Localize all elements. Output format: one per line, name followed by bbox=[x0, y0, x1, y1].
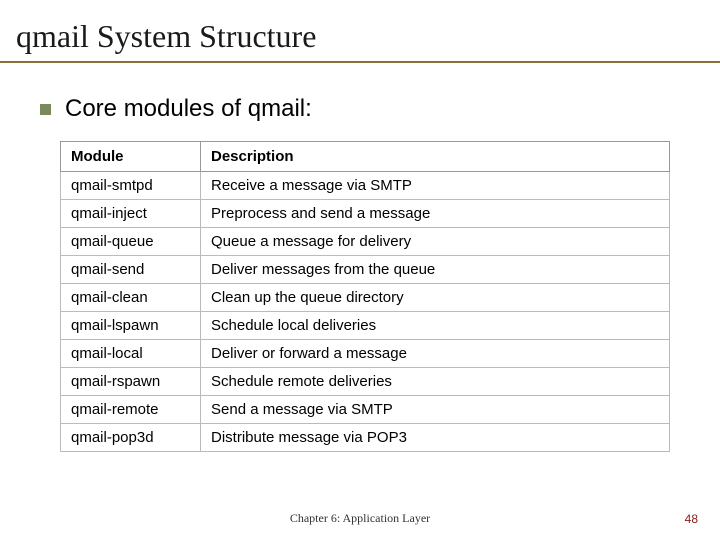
table-row: qmail-lspawn Schedule local deliveries bbox=[61, 312, 670, 340]
cell-description: Distribute message via POP3 bbox=[201, 424, 670, 452]
cell-module: qmail-clean bbox=[61, 284, 201, 312]
table-row: qmail-inject Preprocess and send a messa… bbox=[61, 200, 670, 228]
cell-module: qmail-pop3d bbox=[61, 424, 201, 452]
cell-module: qmail-local bbox=[61, 340, 201, 368]
table-row: qmail-queue Queue a message for delivery bbox=[61, 228, 670, 256]
table-header-row: Module Description bbox=[61, 142, 670, 172]
modules-table: Module Description qmail-smtpd Receive a… bbox=[60, 141, 670, 452]
content-region: Core modules of qmail: Module Descriptio… bbox=[0, 63, 720, 452]
cell-description: Deliver messages from the queue bbox=[201, 256, 670, 284]
table-row: qmail-clean Clean up the queue directory bbox=[61, 284, 670, 312]
slide-title: qmail System Structure bbox=[16, 18, 704, 55]
cell-description: Send a message via SMTP bbox=[201, 396, 670, 424]
title-region: qmail System Structure bbox=[0, 0, 720, 63]
slide: qmail System Structure Core modules of q… bbox=[0, 0, 720, 540]
cell-module: qmail-lspawn bbox=[61, 312, 201, 340]
cell-description: Receive a message via SMTP bbox=[201, 172, 670, 200]
cell-module: qmail-smtpd bbox=[61, 172, 201, 200]
cell-module: qmail-rspawn bbox=[61, 368, 201, 396]
table-row: qmail-remote Send a message via SMTP bbox=[61, 396, 670, 424]
footer-text: Chapter 6: Application Layer bbox=[0, 511, 720, 526]
cell-description: Schedule local deliveries bbox=[201, 312, 670, 340]
cell-module: qmail-queue bbox=[61, 228, 201, 256]
cell-description: Clean up the queue directory bbox=[201, 284, 670, 312]
cell-description: Preprocess and send a message bbox=[201, 200, 670, 228]
cell-description: Queue a message for delivery bbox=[201, 228, 670, 256]
cell-description: Schedule remote deliveries bbox=[201, 368, 670, 396]
table-row: qmail-send Deliver messages from the que… bbox=[61, 256, 670, 284]
table-row: qmail-smtpd Receive a message via SMTP bbox=[61, 172, 670, 200]
cell-description: Deliver or forward a message bbox=[201, 340, 670, 368]
cell-module: qmail-send bbox=[61, 256, 201, 284]
table-row: qmail-rspawn Schedule remote deliveries bbox=[61, 368, 670, 396]
cell-module: qmail-inject bbox=[61, 200, 201, 228]
cell-module: qmail-remote bbox=[61, 396, 201, 424]
bullet-item: Core modules of qmail: bbox=[40, 95, 680, 123]
bullet-text: Core modules of qmail: bbox=[65, 95, 312, 123]
column-header-description: Description bbox=[201, 142, 670, 172]
column-header-module: Module bbox=[61, 142, 201, 172]
table-container: Module Description qmail-smtpd Receive a… bbox=[40, 141, 680, 452]
table-row: qmail-pop3d Distribute message via POP3 bbox=[61, 424, 670, 452]
table-row: qmail-local Deliver or forward a message bbox=[61, 340, 670, 368]
bullet-square-icon bbox=[40, 104, 51, 115]
page-number: 48 bbox=[685, 512, 698, 526]
